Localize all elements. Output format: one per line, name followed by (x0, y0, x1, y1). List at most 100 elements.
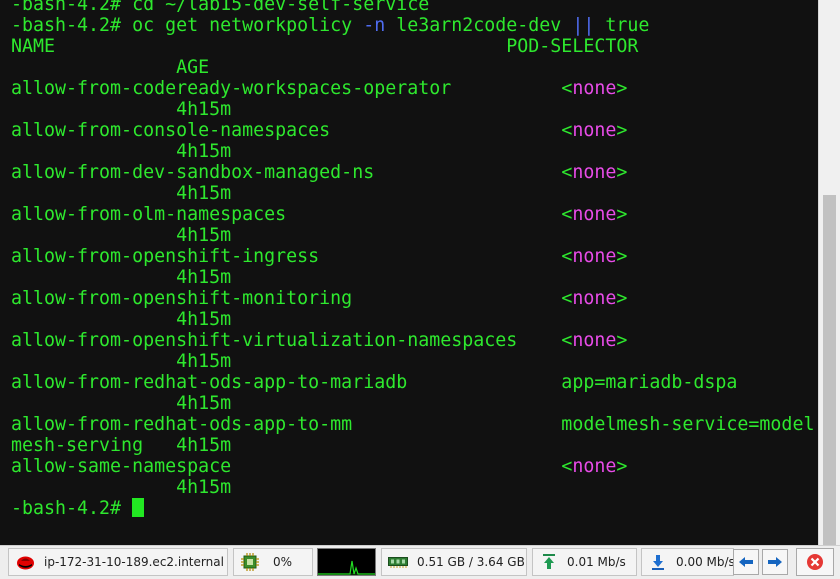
terminal-line: allow-from-openshift-monitoring <none> (11, 288, 816, 309)
terminal-text: > (616, 246, 628, 267)
terminal-line: 4h15m (11, 141, 816, 162)
download-indicator[interactable]: 0.00 Mb/s (641, 548, 734, 576)
memory-indicator[interactable]: 0.51 GB / 3.64 GB (381, 548, 527, 576)
terminal-line: 4h15m (11, 393, 816, 414)
terminal-text: allow-from-openshift-ingress (11, 246, 562, 267)
close-icon (806, 553, 824, 571)
terminal-cursor (132, 498, 145, 517)
terminal-text: allow-from-console-namespaces (11, 120, 562, 141)
terminal-line: 4h15m (11, 351, 816, 372)
terminal-text: allow-from-codeready-workspaces-operator (11, 78, 562, 99)
terminal-text: > (616, 456, 628, 477)
terminal-line: allow-from-olm-namespaces <none> (11, 204, 816, 225)
terminal-line: 4h15m (11, 309, 816, 330)
memory-usage: 0.51 GB / 3.64 GB (417, 555, 525, 569)
terminal-line: 4h15m (11, 267, 816, 288)
host-name: ip-172-31-10-189.ec2.internal (44, 555, 224, 569)
terminal-text: 4h15m (11, 393, 232, 414)
terminal-text: none (572, 120, 617, 141)
terminal-text: 4h15m (11, 477, 232, 498)
terminal-text: AGE (11, 57, 210, 78)
terminal-text: -n (363, 15, 386, 36)
redhat-logo-icon (16, 554, 35, 570)
cpu-graph-plot (318, 560, 375, 575)
terminal-text: none (572, 288, 617, 309)
close-button[interactable] (796, 548, 834, 576)
terminal-text: > (616, 204, 628, 225)
scrollbar-thumb[interactable] (823, 195, 836, 545)
terminal-output[interactable]: -bash-4.2# cd ~/lab15-dev-self-service -b… (0, 0, 818, 545)
upload-speed: 0.01 Mb/s (567, 555, 626, 569)
terminal-line: mesh-serving 4h15m (11, 435, 816, 456)
terminal-text: -bash-4.2# (11, 498, 133, 519)
terminal-lines: -bash-4.2# cd ~/lab15-dev-self-service -b… (11, 0, 816, 519)
terminal-text: none (572, 162, 617, 183)
cpu-graph (317, 548, 376, 576)
terminal-text: > (616, 162, 628, 183)
terminal-text: < (561, 162, 573, 183)
terminal-line: -bash-4.2# (11, 498, 816, 519)
terminal-text: allow-from-redhat-ods-app-to-mm modelmes… (11, 414, 815, 435)
terminal-text: allow-from-openshift-monitoring (11, 288, 562, 309)
terminal-text: 4h15m (11, 183, 232, 204)
terminal-line: 4h15m (11, 225, 816, 246)
cpu-chip-icon (241, 553, 259, 571)
terminal-text: > (616, 330, 628, 351)
terminal-text: > (616, 120, 628, 141)
terminal-line: allow-from-dev-sandbox-managed-ns <none> (11, 162, 816, 183)
terminal-text: none (572, 78, 617, 99)
terminal-text: -bash-4.2# oc get networkpolicy (11, 15, 364, 36)
cpu-usage: 0% (273, 555, 293, 569)
next-button[interactable] (762, 549, 788, 575)
terminal-text: 4h15m (11, 99, 232, 120)
terminal-scrollbar[interactable] (818, 0, 840, 545)
terminal-text: NAME POD-SELECTOR (11, 36, 639, 57)
terminal-line: allow-from-openshift-virtualization-name… (11, 330, 816, 351)
terminal-line: allow-from-redhat-ods-app-to-mm modelmes… (11, 414, 816, 435)
terminal-line: allow-from-console-namespaces <none> (11, 120, 816, 141)
terminal-text: allow-from-dev-sandbox-managed-ns (11, 162, 562, 183)
terminal-text: none (572, 246, 617, 267)
terminal-text: < (561, 330, 573, 351)
status-bar: ip-172-31-10-189.ec2.internal 0% 0.51 GB… (0, 545, 840, 579)
memory-icon (388, 556, 408, 568)
terminal-line: -bash-4.2# cd ~/lab15-dev-self-service (11, 0, 816, 15)
terminal-line: 4h15m (11, 183, 816, 204)
terminal-text: 4h15m (11, 309, 232, 330)
terminal-text: 4h15m (11, 141, 232, 162)
terminal-text: 4h15m (11, 267, 232, 288)
terminal-line: NAME POD-SELECTOR (11, 36, 816, 57)
arrow-left-icon (738, 556, 754, 568)
terminal-line: allow-from-codeready-workspaces-operator… (11, 78, 816, 99)
host-indicator[interactable]: ip-172-31-10-189.ec2.internal (8, 548, 228, 576)
terminal-line: 4h15m (11, 477, 816, 498)
terminal-text: true (594, 15, 650, 36)
terminal-line: 4h15m (11, 99, 816, 120)
terminal-text: || (572, 15, 595, 36)
cpu-indicator[interactable]: 0% (233, 548, 313, 576)
terminal-text: < (561, 120, 573, 141)
previous-button[interactable] (733, 549, 759, 575)
terminal-text: < (561, 204, 573, 225)
terminal-line: allow-same-namespace <none> (11, 456, 816, 477)
terminal-text: 4h15m (11, 225, 232, 246)
terminal-text: < (561, 246, 573, 267)
terminal-text: 4h15m (11, 351, 232, 372)
terminal-text: none (572, 456, 617, 477)
terminal-text: allow-same-namespace (11, 456, 562, 477)
terminal-text: mesh-serving 4h15m (11, 435, 232, 456)
upload-indicator[interactable]: 0.01 Mb/s (532, 548, 637, 576)
terminal-text: > (616, 78, 628, 99)
terminal-text: < (561, 288, 573, 309)
upload-arrow-icon (542, 554, 556, 570)
download-speed: 0.00 Mb/s (676, 555, 734, 569)
mobaxterm-window: -bash-4.2# cd ~/lab15-dev-self-service -b… (0, 0, 840, 579)
arrow-right-icon (767, 556, 783, 568)
terminal-text: -bash-4.2# cd ~/lab15-dev-self-service (11, 0, 430, 15)
terminal-line: AGE (11, 57, 816, 78)
terminal-line: allow-from-redhat-ods-app-to-mariadb app… (11, 372, 816, 393)
terminal-text: > (616, 288, 628, 309)
terminal-text: < (561, 78, 573, 99)
terminal-line: allow-from-openshift-ingress <none> (11, 246, 816, 267)
terminal-text: none (572, 204, 617, 225)
